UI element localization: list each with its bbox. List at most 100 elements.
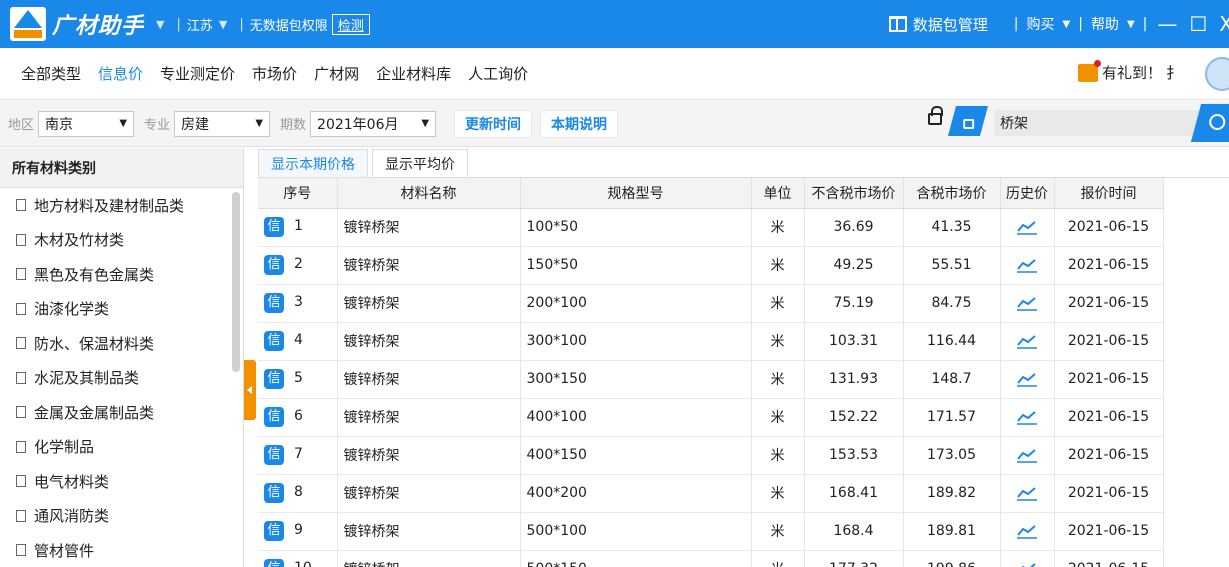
quote-date: 2021-06-15 bbox=[1054, 246, 1164, 285]
tab-average-price[interactable]: 显示平均价 bbox=[372, 149, 468, 177]
history-price-button[interactable] bbox=[1000, 474, 1055, 513]
specialty-select[interactable]: 房建 ▼ bbox=[174, 110, 271, 137]
history-price-button[interactable] bbox=[1000, 550, 1055, 567]
search-input[interactable] bbox=[994, 110, 1200, 136]
gift-button[interactable]: 有礼到！ 扌 bbox=[1077, 59, 1181, 83]
chevron-down-icon[interactable]: ▼ bbox=[1127, 19, 1135, 30]
unit: 米 bbox=[751, 436, 805, 475]
period-value: 2021年06月 bbox=[317, 116, 399, 133]
sidebar-item[interactable]: 管材管件 bbox=[0, 533, 243, 567]
region-dropdown-caret[interactable]: ▼ bbox=[156, 18, 164, 31]
table-row[interactable]: 信 8 镀锌桥架 400*200 米 168.41 189.82 2021-06-15 bbox=[258, 474, 1164, 513]
spec-model: 400*100 bbox=[520, 398, 752, 437]
history-price-button[interactable] bbox=[1000, 398, 1055, 437]
row-number: 5 bbox=[294, 370, 303, 386]
quote-date: 2021-06-15 bbox=[1054, 322, 1164, 361]
unit: 米 bbox=[751, 512, 805, 551]
history-price-button[interactable] bbox=[1000, 512, 1055, 551]
tab-manual-inquiry[interactable]: 人工询价 bbox=[461, 59, 535, 88]
history-chart-icon bbox=[1017, 487, 1037, 501]
history-price-button[interactable] bbox=[1000, 284, 1055, 323]
close-button[interactable]: X bbox=[1219, 12, 1229, 36]
table-row[interactable]: 信 6 镀锌桥架 400*100 米 152.22 171.57 2021-06-15 bbox=[258, 398, 1164, 437]
avatar[interactable] bbox=[1205, 57, 1229, 91]
tab-all-types[interactable]: 全部类型 bbox=[14, 59, 88, 88]
check-button[interactable]: 检测 bbox=[331, 13, 370, 35]
tab-enterprise-library[interactable]: 企业材料库 bbox=[369, 59, 458, 88]
price-ex-tax: 177.32 bbox=[804, 550, 904, 567]
history-price-button[interactable] bbox=[1000, 246, 1055, 285]
tab-market-price[interactable]: 市场价 bbox=[245, 59, 304, 88]
info-badge: 信 bbox=[264, 559, 284, 567]
sidebar-item[interactable]: 金属及金属制品类 bbox=[0, 395, 243, 430]
unit: 米 bbox=[751, 208, 805, 247]
tab-guangcai-web[interactable]: 广材网 bbox=[307, 59, 366, 88]
material-name: 镀锌桥架 bbox=[337, 208, 521, 247]
sidebar-item[interactable]: 地方材料及建材制品类 bbox=[0, 188, 243, 223]
history-chart-icon bbox=[1017, 373, 1037, 387]
sidebar-item[interactable]: 通风消防类 bbox=[0, 499, 243, 534]
material-name: 镀锌桥架 bbox=[337, 436, 521, 475]
col-no[interactable]: 序号 bbox=[258, 178, 338, 209]
table-row[interactable]: 信 7 镀锌桥架 400*150 米 153.53 173.05 2021-06-15 bbox=[258, 436, 1164, 475]
region-label: 地区 bbox=[8, 118, 35, 133]
row-index-cell: 信7 bbox=[258, 436, 338, 475]
period-note-button[interactable]: 本期说明 bbox=[540, 109, 619, 138]
table-row[interactable]: 信 9 镀锌桥架 500*100 米 168.4 189.81 2021-06-15 bbox=[258, 512, 1164, 551]
sidebar-item[interactable]: 水泥及其制品类 bbox=[0, 361, 243, 396]
info-badge: 信 bbox=[264, 217, 284, 237]
table-row[interactable]: 信 1 镀锌桥架 100*50 米 36.69 41.35 2021-06-15 bbox=[258, 208, 1164, 247]
unit: 米 bbox=[751, 360, 805, 399]
sidebar-item-label: 金属及金属制品类 bbox=[34, 403, 155, 422]
table-row[interactable]: 信 10 镀锌桥架500*150米177.32199.86 2021-06-15 bbox=[258, 550, 1164, 567]
sidebar-item-label: 电气材料类 bbox=[34, 472, 110, 491]
col-history[interactable]: 历史价 bbox=[1000, 178, 1055, 209]
sidebar-item[interactable]: 电气材料类 bbox=[0, 464, 243, 499]
unit: 米 bbox=[751, 398, 805, 437]
col-unit[interactable]: 单位 bbox=[751, 178, 805, 209]
price-ex-tax: 36.69 bbox=[804, 208, 904, 247]
document-icon bbox=[16, 268, 26, 281]
tab-professional-price[interactable]: 专业测定价 bbox=[153, 59, 242, 88]
history-price-button[interactable] bbox=[1000, 208, 1055, 247]
col-price-in-tax[interactable]: 含税市场价 bbox=[903, 178, 1001, 209]
col-name[interactable]: 材料名称 bbox=[337, 178, 521, 209]
region-selector[interactable]: 江苏 bbox=[187, 15, 213, 34]
update-time-button[interactable]: 更新时间 bbox=[454, 109, 533, 138]
history-price-button[interactable] bbox=[1000, 322, 1055, 361]
sidebar-item[interactable]: 化学制品 bbox=[0, 430, 243, 465]
history-price-button[interactable] bbox=[1000, 436, 1055, 475]
region-select[interactable]: 南京 ▼ bbox=[38, 110, 135, 137]
period-select[interactable]: 2021年06月 ▼ bbox=[310, 110, 437, 137]
col-quote-date[interactable]: 报价时间 bbox=[1054, 178, 1164, 209]
sidebar-scrollbar[interactable] bbox=[232, 192, 240, 372]
price-in-tax: 173.05 bbox=[903, 436, 1001, 475]
table-row[interactable]: 信 3 镀锌桥架 200*100 米 75.19 84.75 2021-06-15 bbox=[258, 284, 1164, 323]
chevron-down-icon[interactable]: ▼ bbox=[219, 18, 227, 31]
sidebar-item[interactable]: 防水、保温材料类 bbox=[0, 326, 243, 361]
spec-model: 300*150 bbox=[520, 360, 752, 399]
sidebar-item[interactable]: 木材及竹材类 bbox=[0, 223, 243, 258]
logo-icon bbox=[10, 7, 46, 41]
tab-current-price[interactable]: 显示本期价格 bbox=[258, 149, 368, 177]
history-price-button[interactable] bbox=[1000, 360, 1055, 399]
minimize-button[interactable]: — bbox=[1157, 12, 1177, 36]
sidebar-item[interactable]: 黑色及有色金属类 bbox=[0, 257, 243, 292]
table-row[interactable]: 信 5 镀锌桥架 300*150 米 131.93 148.7 2021-06-15 bbox=[258, 360, 1164, 399]
sidebar-collapse-button[interactable] bbox=[244, 360, 256, 420]
separator: | bbox=[176, 16, 181, 32]
spec-model: 400*200 bbox=[520, 474, 752, 513]
tab-info-price[interactable]: 信息价 bbox=[91, 59, 150, 88]
maximize-button[interactable]: ☐ bbox=[1189, 12, 1207, 36]
lock-icon[interactable] bbox=[928, 106, 943, 125]
buy-menu[interactable]: 购买 bbox=[1027, 14, 1055, 34]
sidebar-item[interactable]: 油漆化学类 bbox=[0, 292, 243, 327]
col-spec[interactable]: 规格型号 bbox=[520, 178, 752, 209]
history-chart-icon bbox=[1017, 259, 1037, 273]
chevron-down-icon[interactable]: ▼ bbox=[1063, 19, 1071, 30]
table-row[interactable]: 信 4 镀锌桥架 300*100 米 103.31 116.44 2021-06-15 bbox=[258, 322, 1164, 361]
col-price-ex-tax[interactable]: 不含税市场价 bbox=[804, 178, 904, 209]
help-menu[interactable]: 帮助 bbox=[1091, 14, 1119, 34]
data-package-button[interactable]: 数据包管理 bbox=[888, 14, 988, 35]
table-row[interactable]: 信 2 镀锌桥架 150*50 米 49.25 55.51 2021-06-15 bbox=[258, 246, 1164, 285]
